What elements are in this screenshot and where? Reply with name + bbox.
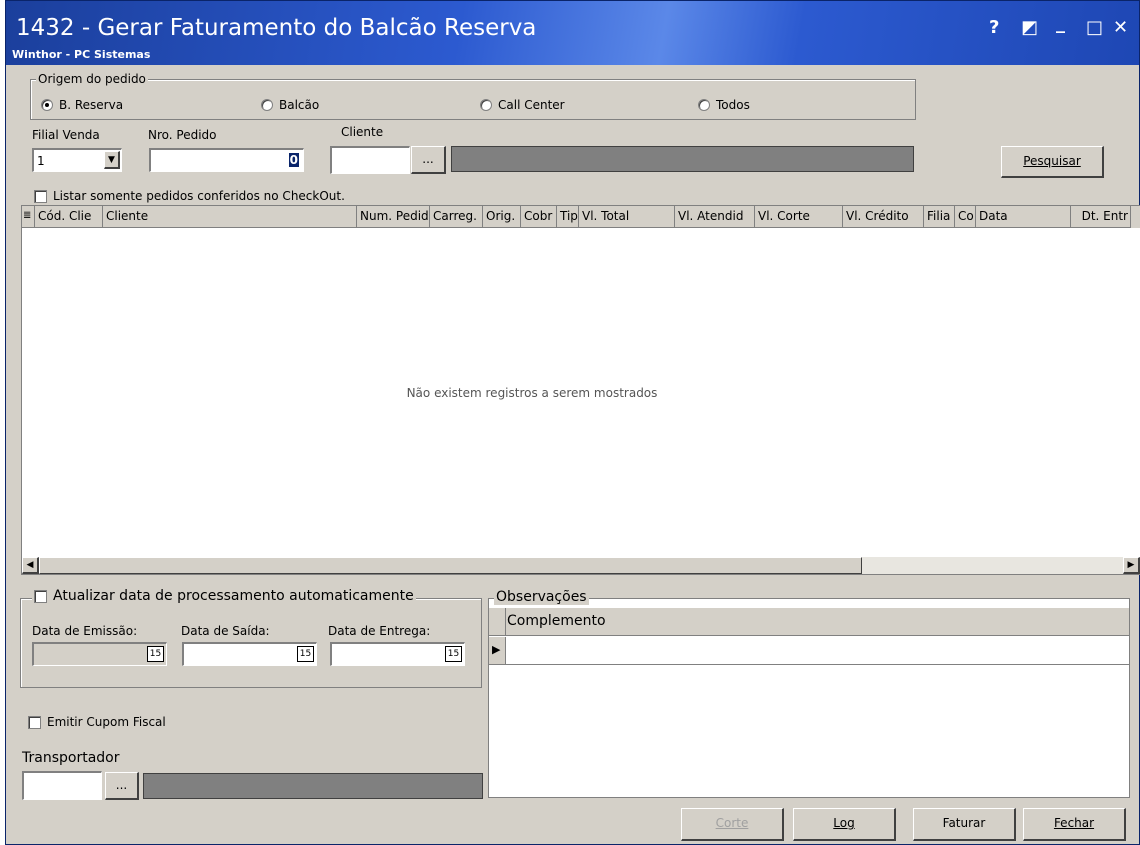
help-icon[interactable]: ? — [989, 17, 999, 38]
empty-message: Não existem registros a serem mostrados — [406, 386, 658, 400]
radio-label: Balcão — [279, 98, 320, 112]
pesquisar-label: Pesquisar — [1023, 154, 1081, 168]
fechar-label: Fechar — [1053, 816, 1095, 830]
complemento-column-header[interactable]: Complemento — [507, 613, 606, 629]
filial-venda-label: Filial Venda — [32, 128, 100, 142]
radio-icon — [698, 99, 710, 111]
calendar-icon[interactable]: 15 — [147, 646, 164, 662]
column-header[interactable]: Data — [976, 206, 1071, 228]
close-icon[interactable]: ✕ — [1113, 17, 1128, 38]
row-indicator-header — [489, 608, 506, 635]
origem-group-title: Origem do pedido — [36, 72, 148, 86]
column-header[interactable]: Cobr — [521, 206, 557, 228]
faturar-button[interactable]: Faturar — [913, 808, 1016, 841]
minimize-icon[interactable]: _ — [1056, 13, 1065, 34]
auto-date-label: Atualizar data de processamento automati… — [53, 588, 414, 604]
radio-b-reserva[interactable]: B. Reserva — [41, 98, 123, 112]
emitir-cupom-label: Emitir Cupom Fiscal — [47, 715, 166, 729]
data-entrega-input[interactable]: 15 — [330, 642, 465, 666]
row-pointer-icon: ▶ — [489, 637, 506, 664]
transportador-code-input[interactable] — [22, 771, 102, 800]
restore-icon[interactable]: ◩ — [1021, 17, 1038, 38]
filial-venda-select[interactable]: 1 ▼ — [32, 148, 122, 172]
data-emissao-input: 15 — [32, 642, 167, 666]
transportador-label: Transportador — [22, 750, 120, 766]
column-header[interactable]: Dt. Entr — [1071, 206, 1131, 228]
observacoes-title: Observações — [494, 589, 589, 605]
transportador-browse-button[interactable]: ... — [105, 772, 139, 800]
column-header[interactable]: Cliente — [103, 206, 357, 228]
checkbox-icon — [34, 589, 47, 603]
cliente-code-input[interactable] — [330, 146, 410, 174]
column-chooser-icon[interactable]: ≣ — [22, 206, 35, 228]
calendar-icon[interactable]: 15 — [297, 646, 314, 662]
observacoes-row[interactable]: ▶ — [489, 637, 1129, 665]
cliente-label: Cliente — [341, 125, 384, 139]
checkout-checkbox-label: Listar somente pedidos conferidos no Che… — [53, 189, 345, 203]
radio-label: Todos — [716, 98, 750, 112]
grid-header: ≣ Cód. Clie Cliente Num. Pedido Carreg. … — [22, 206, 1140, 228]
main-window: 1432 - Gerar Faturamento do Balcão Reser… — [5, 0, 1140, 845]
observacoes-header: Complemento — [489, 608, 1129, 636]
observacoes-group: Complemento ▶ — [488, 598, 1130, 798]
nro-pedido-value: 0 — [288, 153, 299, 167]
data-emissao-label: Data de Emissão: — [32, 624, 138, 638]
radio-icon — [480, 99, 492, 111]
radio-label: B. Reserva — [59, 98, 124, 112]
column-header[interactable]: Vl. Atendid — [675, 206, 755, 228]
radio-label: Call Center — [498, 98, 565, 112]
column-header[interactable]: Orig. — [483, 206, 521, 228]
column-header[interactable]: Carreg. — [430, 206, 483, 228]
log-button[interactable]: Log — [793, 808, 896, 841]
calendar-icon[interactable]: 15 — [445, 646, 462, 662]
corte-button: Corte — [681, 808, 784, 841]
column-header[interactable]: Filia — [924, 206, 955, 228]
scroll-right-icon[interactable]: ▶ — [1123, 557, 1140, 574]
corte-label: Corte — [715, 816, 749, 830]
column-header[interactable]: Vl. Total — [579, 206, 675, 228]
emitir-cupom-checkbox[interactable]: Emitir Cupom Fiscal — [28, 715, 166, 729]
nro-pedido-input[interactable]: 0 — [149, 148, 304, 172]
maximize-icon[interactable]: □ — [1086, 17, 1103, 38]
column-header[interactable]: Tipo — [557, 206, 579, 228]
horizontal-scrollbar[interactable]: ◀ ▶ — [22, 557, 1140, 574]
data-entrega-label: Data de Entrega: — [328, 624, 431, 638]
filial-venda-value: 1 — [37, 154, 45, 168]
column-header[interactable]: Vl. Crédito — [843, 206, 924, 228]
column-header[interactable]: Co — [955, 206, 976, 228]
checkbox-icon — [34, 189, 47, 203]
window-subtitle: Winthor - PC Sistemas — [12, 48, 151, 61]
pedidos-grid[interactable]: ≣ Cód. Clie Cliente Num. Pedido Carreg. … — [21, 205, 1140, 575]
transportador-name-field — [143, 773, 483, 799]
scroll-thumb[interactable] — [39, 557, 862, 574]
radio-call-center[interactable]: Call Center — [480, 98, 565, 112]
radio-todos[interactable]: Todos — [698, 98, 750, 112]
data-saida-label: Data de Saída: — [181, 624, 270, 638]
pesquisar-button[interactable]: Pesquisar — [1001, 146, 1104, 178]
checkbox-icon — [28, 715, 41, 729]
title-bar[interactable]: 1432 - Gerar Faturamento do Balcão Reser… — [6, 1, 1139, 65]
data-saida-input[interactable]: 15 — [182, 642, 317, 666]
origem-group — [30, 79, 916, 120]
fechar-button[interactable]: Fechar — [1023, 808, 1126, 841]
log-label: Log — [833, 816, 855, 830]
faturar-label: Faturar — [942, 816, 986, 830]
checkout-checkbox[interactable]: Listar somente pedidos conferidos no Che… — [34, 189, 345, 203]
column-header[interactable]: Cód. Clie — [35, 206, 103, 228]
nro-pedido-label: Nro. Pedido — [148, 128, 217, 142]
radio-balcao[interactable]: Balcão — [261, 98, 319, 112]
cliente-browse-button[interactable]: ... — [411, 146, 446, 174]
column-header[interactable]: Vl. Corte — [755, 206, 843, 228]
scroll-left-icon[interactable]: ◀ — [22, 557, 39, 574]
column-header[interactable]: Num. Pedido — [357, 206, 430, 228]
cliente-name-field — [451, 146, 914, 172]
window-title: 1432 - Gerar Faturamento do Balcão Reser… — [16, 15, 537, 41]
radio-icon — [261, 99, 273, 111]
chevron-down-icon[interactable]: ▼ — [104, 151, 120, 169]
radio-selected-icon — [41, 99, 53, 111]
auto-date-checkbox[interactable]: Atualizar data de processamento automati… — [32, 588, 416, 604]
